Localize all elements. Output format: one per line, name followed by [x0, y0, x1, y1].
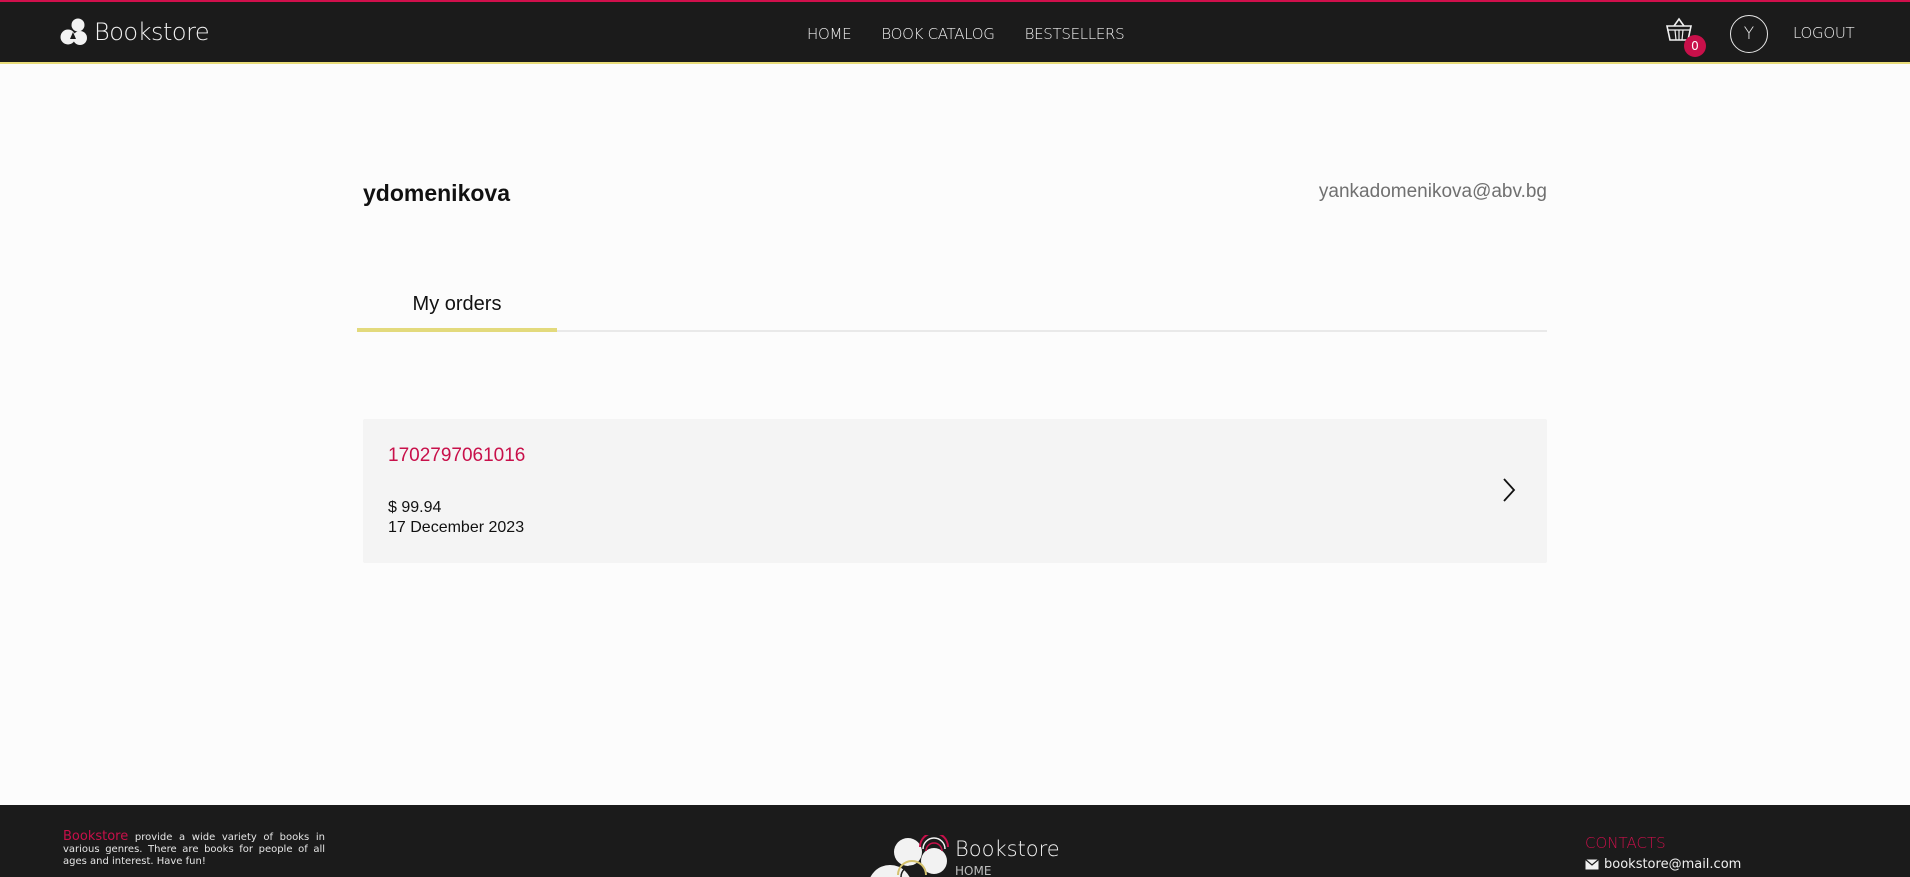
- order-date: 17 December 2023: [388, 519, 525, 536]
- nav-book-catalog[interactable]: BOOK CATALOG: [881, 25, 995, 43]
- envelope-icon: [1585, 859, 1599, 870]
- cart-count-badge: 0: [1684, 35, 1706, 57]
- footer-home-link[interactable]: HOME: [955, 864, 991, 877]
- footer-about: Bookstore provide a wide variety of book…: [63, 829, 325, 868]
- top-navbar: Bookstore HOME BOOK CATALOG BESTSELLERS …: [0, 0, 1910, 64]
- cart-button[interactable]: 0: [1665, 17, 1706, 57]
- footer-logo-icon: [870, 835, 949, 877]
- logout-link[interactable]: LOGOUT: [1793, 24, 1855, 42]
- user-avatar[interactable]: Y: [1730, 15, 1768, 53]
- order-id[interactable]: 1702797061016: [388, 445, 525, 467]
- footer: Bookstore provide a wide variety of book…: [0, 805, 1910, 877]
- order-card[interactable]: 1702797061016 $ 99.94 17 December 2023: [363, 419, 1547, 563]
- tab-my-orders-label: My orders: [412, 293, 502, 315]
- tab-my-orders[interactable]: My orders: [357, 290, 557, 332]
- order-total: $ 99.94: [388, 499, 442, 516]
- footer-email-link[interactable]: bookstore@mail.com: [1585, 857, 1741, 872]
- footer-about-brand: Bookstore: [63, 829, 129, 844]
- bookstore-logo-icon: [60, 18, 87, 45]
- footer-brand-name: Bookstore: [955, 837, 1060, 861]
- profile-username: ydomenikova: [363, 180, 510, 206]
- nav-home[interactable]: HOME: [807, 25, 852, 43]
- profile-tabs: My orders: [357, 290, 1547, 332]
- footer-email[interactable]: bookstore@mail.com: [1604, 857, 1741, 872]
- nav-bestsellers[interactable]: BESTSELLERS: [1025, 25, 1125, 43]
- brand-name: Bookstore: [94, 18, 210, 46]
- brand-link[interactable]: Bookstore: [60, 16, 210, 48]
- chevron-right-icon[interactable]: [1501, 476, 1517, 504]
- footer-contacts-title: CONTACTS: [1585, 834, 1666, 852]
- main-nav: HOME BOOK CATALOG BESTSELLERS: [807, 2, 1125, 66]
- profile-email: yankadomenikova@abv.bg: [1318, 181, 1547, 202]
